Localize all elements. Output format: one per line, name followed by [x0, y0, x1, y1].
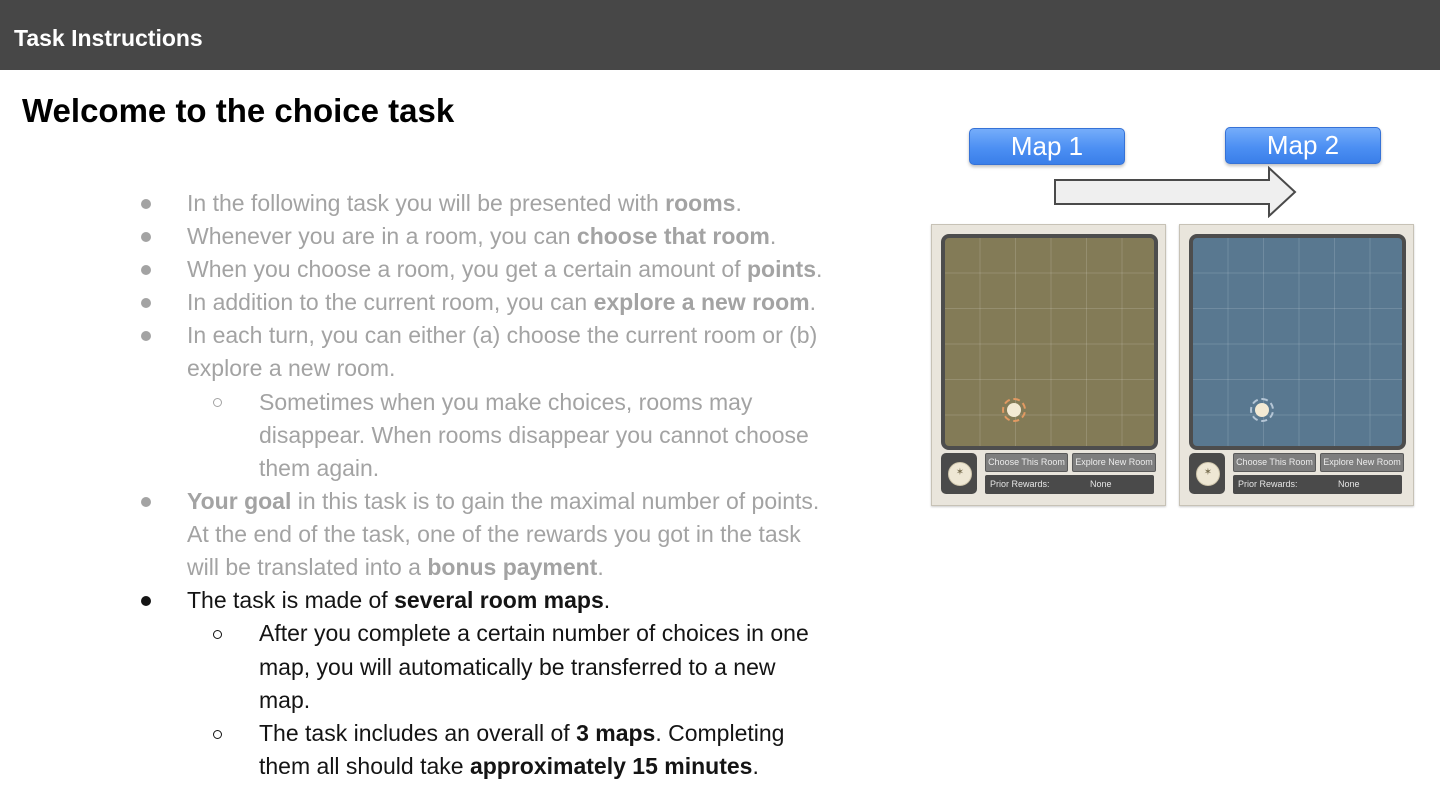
prior-rewards-value: None	[1338, 479, 1360, 489]
sublist-item-continuation: map.	[259, 687, 311, 713]
list-item-continuation: At the end of the task, one of the rewar…	[187, 521, 801, 547]
item-emphasis: explore a new room	[593, 289, 810, 315]
avatar-box: ✶	[941, 453, 977, 494]
item-text: The task includes an overall of	[259, 720, 577, 746]
list-bullet	[141, 232, 151, 242]
map-1-button[interactable]: Map 1	[969, 128, 1125, 165]
list-item: In addition to the current room, you can…	[187, 286, 816, 319]
prior-rewards-bar: Prior Rewards: None	[1233, 475, 1402, 494]
list-bullet	[141, 596, 151, 606]
sublist-item-continuation: map, you will automatically be transferr…	[259, 654, 776, 680]
list-item: When you choose a room, you get a certai…	[187, 253, 822, 286]
list-item-continuation: explore a new room.	[187, 355, 396, 381]
item-text: will be translated into a	[187, 554, 428, 580]
sublist-item: Sometimes when you make choices, rooms m…	[259, 389, 753, 415]
avatar-icon: ✶	[1203, 467, 1213, 478]
item-text: .	[816, 256, 823, 282]
avatar: ✶	[948, 462, 972, 486]
sublist-item-continuation: them all should take approximately 15 mi…	[259, 750, 759, 783]
item-text: . Completing	[655, 720, 785, 746]
room-marker[interactable]	[1250, 398, 1274, 422]
room-grid	[941, 234, 1158, 450]
item-emphasis: 3 maps	[576, 720, 656, 746]
list-bullet	[141, 199, 151, 209]
sublist-bullet	[213, 730, 222, 739]
item-text: .	[603, 587, 611, 613]
item-text: In the following task you will be presen…	[187, 190, 666, 216]
item-emphasis: bonus payment	[427, 554, 598, 580]
prior-rewards-value: None	[1090, 479, 1112, 489]
choose-this-room-button[interactable]: Choose This Room	[1233, 453, 1316, 472]
map-2-panel: ✶ Choose This Room Explore New Room Prio…	[1179, 224, 1414, 506]
page-title: Welcome to the choice task	[22, 92, 455, 129]
list-item: Your goal in this task is to gain the ma…	[187, 485, 819, 518]
list-bullet	[141, 265, 151, 275]
item-text: .	[735, 190, 742, 216]
page-header-title: Task Instructions	[14, 25, 203, 51]
list-item: In the following task you will be presen…	[187, 187, 742, 220]
item-text: them all should take	[259, 753, 470, 779]
item-text: In addition to the current room, you can	[187, 289, 594, 315]
room-marker[interactable]	[1002, 398, 1026, 422]
avatar-box: ✶	[1189, 453, 1225, 494]
sublist-item-continuation: them again.	[259, 455, 380, 481]
right-arrow-icon	[1054, 166, 1297, 218]
explore-new-room-button[interactable]: Explore New Room	[1320, 453, 1404, 472]
list-item: Whenever you are in a room, you can choo…	[187, 220, 776, 253]
avatar-icon: ✶	[955, 467, 965, 478]
list-item: In each turn, you can either (a) choose …	[187, 322, 818, 348]
item-emphasis: approximately 15 minutes	[469, 753, 753, 779]
item-text: When you choose a room, you get a certai…	[187, 256, 747, 282]
item-text: in this task is to gain the maximal numb…	[291, 488, 820, 514]
list-bullet	[141, 497, 151, 507]
item-text: .	[809, 289, 816, 315]
room-grid	[1189, 234, 1406, 450]
item-text: .	[769, 223, 777, 249]
sublist-item: After you complete a certain number of c…	[259, 620, 809, 646]
item-emphasis: points	[747, 256, 816, 282]
choose-this-room-button[interactable]: Choose This Room	[985, 453, 1068, 472]
item-emphasis: Your goal	[187, 488, 292, 514]
item-emphasis: rooms	[665, 190, 736, 216]
item-emphasis: choose that room	[576, 223, 770, 249]
item-text: Whenever you are in a room, you can	[187, 223, 577, 249]
sublist-bullet	[213, 398, 222, 407]
prior-rewards-label: Prior Rewards:	[1238, 479, 1298, 489]
item-text: The task is made of	[187, 587, 395, 613]
list-bullet	[141, 298, 151, 308]
map-2-button[interactable]: Map 2	[1225, 127, 1381, 164]
item-text: .	[597, 554, 604, 580]
sublist-item-continuation: disappear. When rooms disappear you cann…	[259, 422, 809, 448]
map-1-panel: ✶ Choose This Room Explore New Room Prio…	[931, 224, 1166, 506]
list-item-continuation: will be translated into a bonus payment.	[187, 551, 604, 584]
sublist-item: The task includes an overall of 3 maps. …	[259, 717, 784, 750]
prior-rewards-label: Prior Rewards:	[990, 479, 1050, 489]
explore-new-room-button[interactable]: Explore New Room	[1072, 453, 1156, 472]
list-bullet	[141, 331, 151, 341]
item-emphasis: several room maps	[394, 587, 604, 613]
avatar: ✶	[1196, 462, 1220, 486]
top-bar: Task Instructions	[0, 0, 1440, 70]
list-item: The task is made of several room maps.	[187, 584, 610, 617]
prior-rewards-bar: Prior Rewards: None	[985, 475, 1154, 494]
sublist-bullet	[213, 630, 222, 639]
item-text: .	[752, 753, 759, 779]
